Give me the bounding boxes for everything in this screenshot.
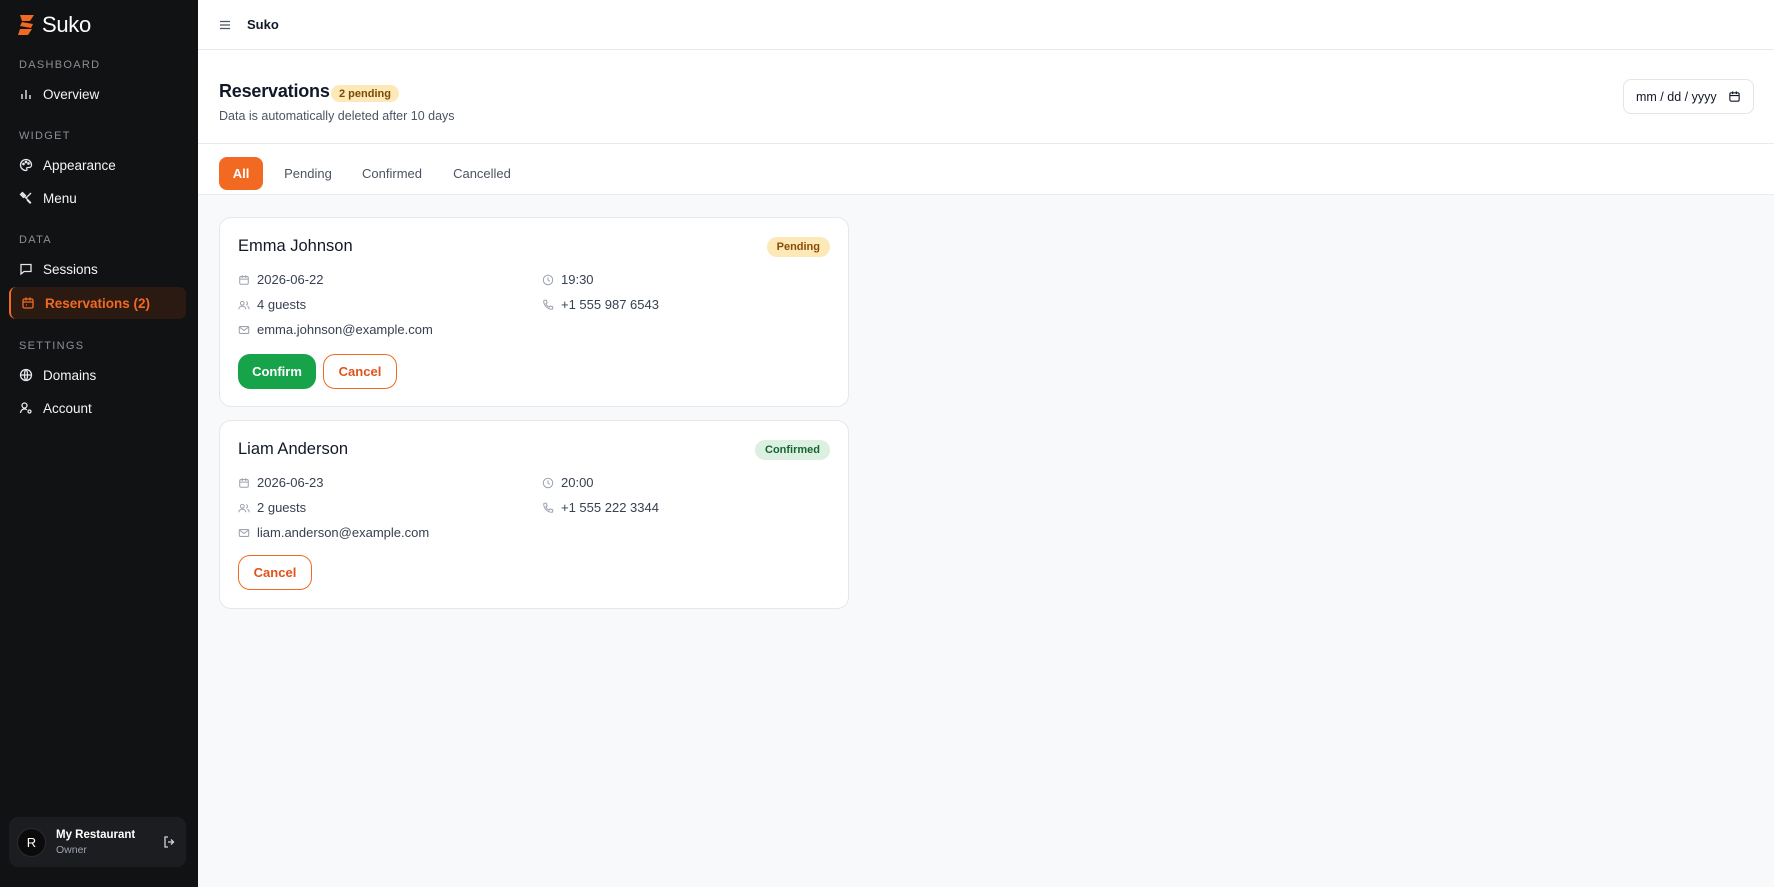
tab-all[interactable]: All [219,157,263,190]
bar-chart-icon [21,90,31,99]
status-badge: Confirmed [755,440,830,460]
utensils-icon [19,191,32,204]
sidebar-item-domains[interactable]: Domains [9,359,186,391]
calendar-icon [239,274,249,285]
sidebar: Suko Dashboard Overview Widget Appearanc… [0,0,198,887]
calendar-icon [239,477,249,488]
palette-icon [19,158,33,172]
topbar-title: Suko [247,17,279,32]
user-info: My Restaurant Owner [56,829,152,856]
pending-count-badge: 2 pending [331,85,399,102]
sidebar-item-account[interactable]: Account [9,392,186,424]
sidebar-item-label: Appearance [43,157,116,173]
email-value: liam.anderson@example.com [257,525,430,540]
user-cog-icon [19,402,32,414]
sidebar-item-label: Reservations (2) [45,295,151,311]
clock-icon [542,274,554,285]
user-role: Owner [56,843,87,856]
phone-icon [543,502,554,513]
cancel-button[interactable]: Cancel [238,555,312,590]
users-icon [238,300,250,309]
user-card[interactable]: R My Restaurant Owner [9,817,186,867]
topbar: Suko [198,0,1774,50]
sidebar-item-label: Menu [43,190,77,206]
reservation-phone: +1 555 987 6543 [542,297,659,312]
status-tabs: All Pending Confirmed Cancelled [198,144,1774,195]
reservation-guests: 2 guests [238,500,306,515]
sidebar-item-appearance[interactable]: Appearance [9,149,186,181]
suko-logo-icon [18,15,34,35]
app-name: Suko [42,12,91,37]
section-label-widget: Widget [19,130,71,142]
clock-icon [542,477,554,488]
globe-icon [19,368,33,382]
page-header: Reservations 2 pending Data is automatic… [198,50,1774,144]
reservation-email: emma.johnson@example.com [238,322,433,337]
status-badge: Pending [766,237,830,257]
date-value: 2026-06-23 [257,475,324,490]
reservation-time: 20:00 [542,475,594,490]
users-icon [238,503,250,512]
guests-value: 4 guests [257,297,307,312]
sidebar-item-label: Sessions [43,261,98,277]
date-placeholder: mm / dd / yyyy [1636,89,1717,104]
reservation-guests: 4 guests [238,297,306,312]
calendar-icon[interactable] [1728,90,1741,103]
avatar: R [17,827,46,857]
email-value: emma.johnson@example.com [257,322,433,337]
reservation-time: 19:30 [542,272,594,287]
logout-icon[interactable] [162,835,176,849]
phone-icon [543,299,554,310]
guest-name: Emma Johnson [238,237,353,255]
reservation-email: liam.anderson@example.com [238,525,429,540]
sidebar-item-sessions[interactable]: Sessions [9,253,186,285]
user-name: My Restaurant [56,828,136,841]
date-filter-input[interactable]: mm / dd / yyyy [1623,79,1754,114]
message-icon [20,263,32,276]
mail-icon [238,325,250,334]
app-logo[interactable]: Suko [16,12,91,38]
section-label-settings: Settings [19,340,85,352]
guest-name: Liam Anderson [238,440,349,458]
time-value: 20:00 [561,475,594,490]
sidebar-item-reservations[interactable]: Reservations (2) [9,287,186,319]
page-subtitle: Data is automatically deleted after 10 d… [219,109,455,123]
sidebar-item-overview[interactable]: Overview [9,78,186,110]
hamburger-menu-icon[interactable] [218,18,232,32]
section-label-dashboard: Dashboard [19,59,101,71]
reservation-card: Liam Anderson Confirmed 2026-06-23 20:00… [219,420,849,609]
sidebar-item-label: Overview [43,86,100,102]
reservation-date: 2026-06-23 [238,475,324,490]
guests-value: 2 guests [257,500,307,515]
phone-value: +1 555 222 3344 [561,500,659,515]
page-title: Reservations [219,81,330,101]
reservation-date: 2026-06-22 [238,272,324,287]
sidebar-item-menu[interactable]: Menu [9,182,186,214]
calendar-icon [22,297,34,309]
date-value: 2026-06-22 [257,272,324,287]
tab-confirmed[interactable]: Confirmed [356,157,428,190]
sidebar-item-label: Domains [43,367,97,383]
reservation-phone: +1 555 222 3344 [542,500,659,515]
mail-icon [238,528,250,537]
section-label-data: Data [19,234,52,246]
reservation-card: Emma Johnson Pending 2026-06-22 19:30 4 … [219,217,849,407]
cancel-button[interactable]: Cancel [323,354,397,389]
tab-pending[interactable]: Pending [278,157,338,190]
phone-value: +1 555 987 6543 [561,297,659,312]
tab-cancelled[interactable]: Cancelled [446,157,518,190]
sidebar-item-label: Account [43,400,92,416]
time-value: 19:30 [561,272,594,287]
confirm-button[interactable]: Confirm [238,354,316,389]
